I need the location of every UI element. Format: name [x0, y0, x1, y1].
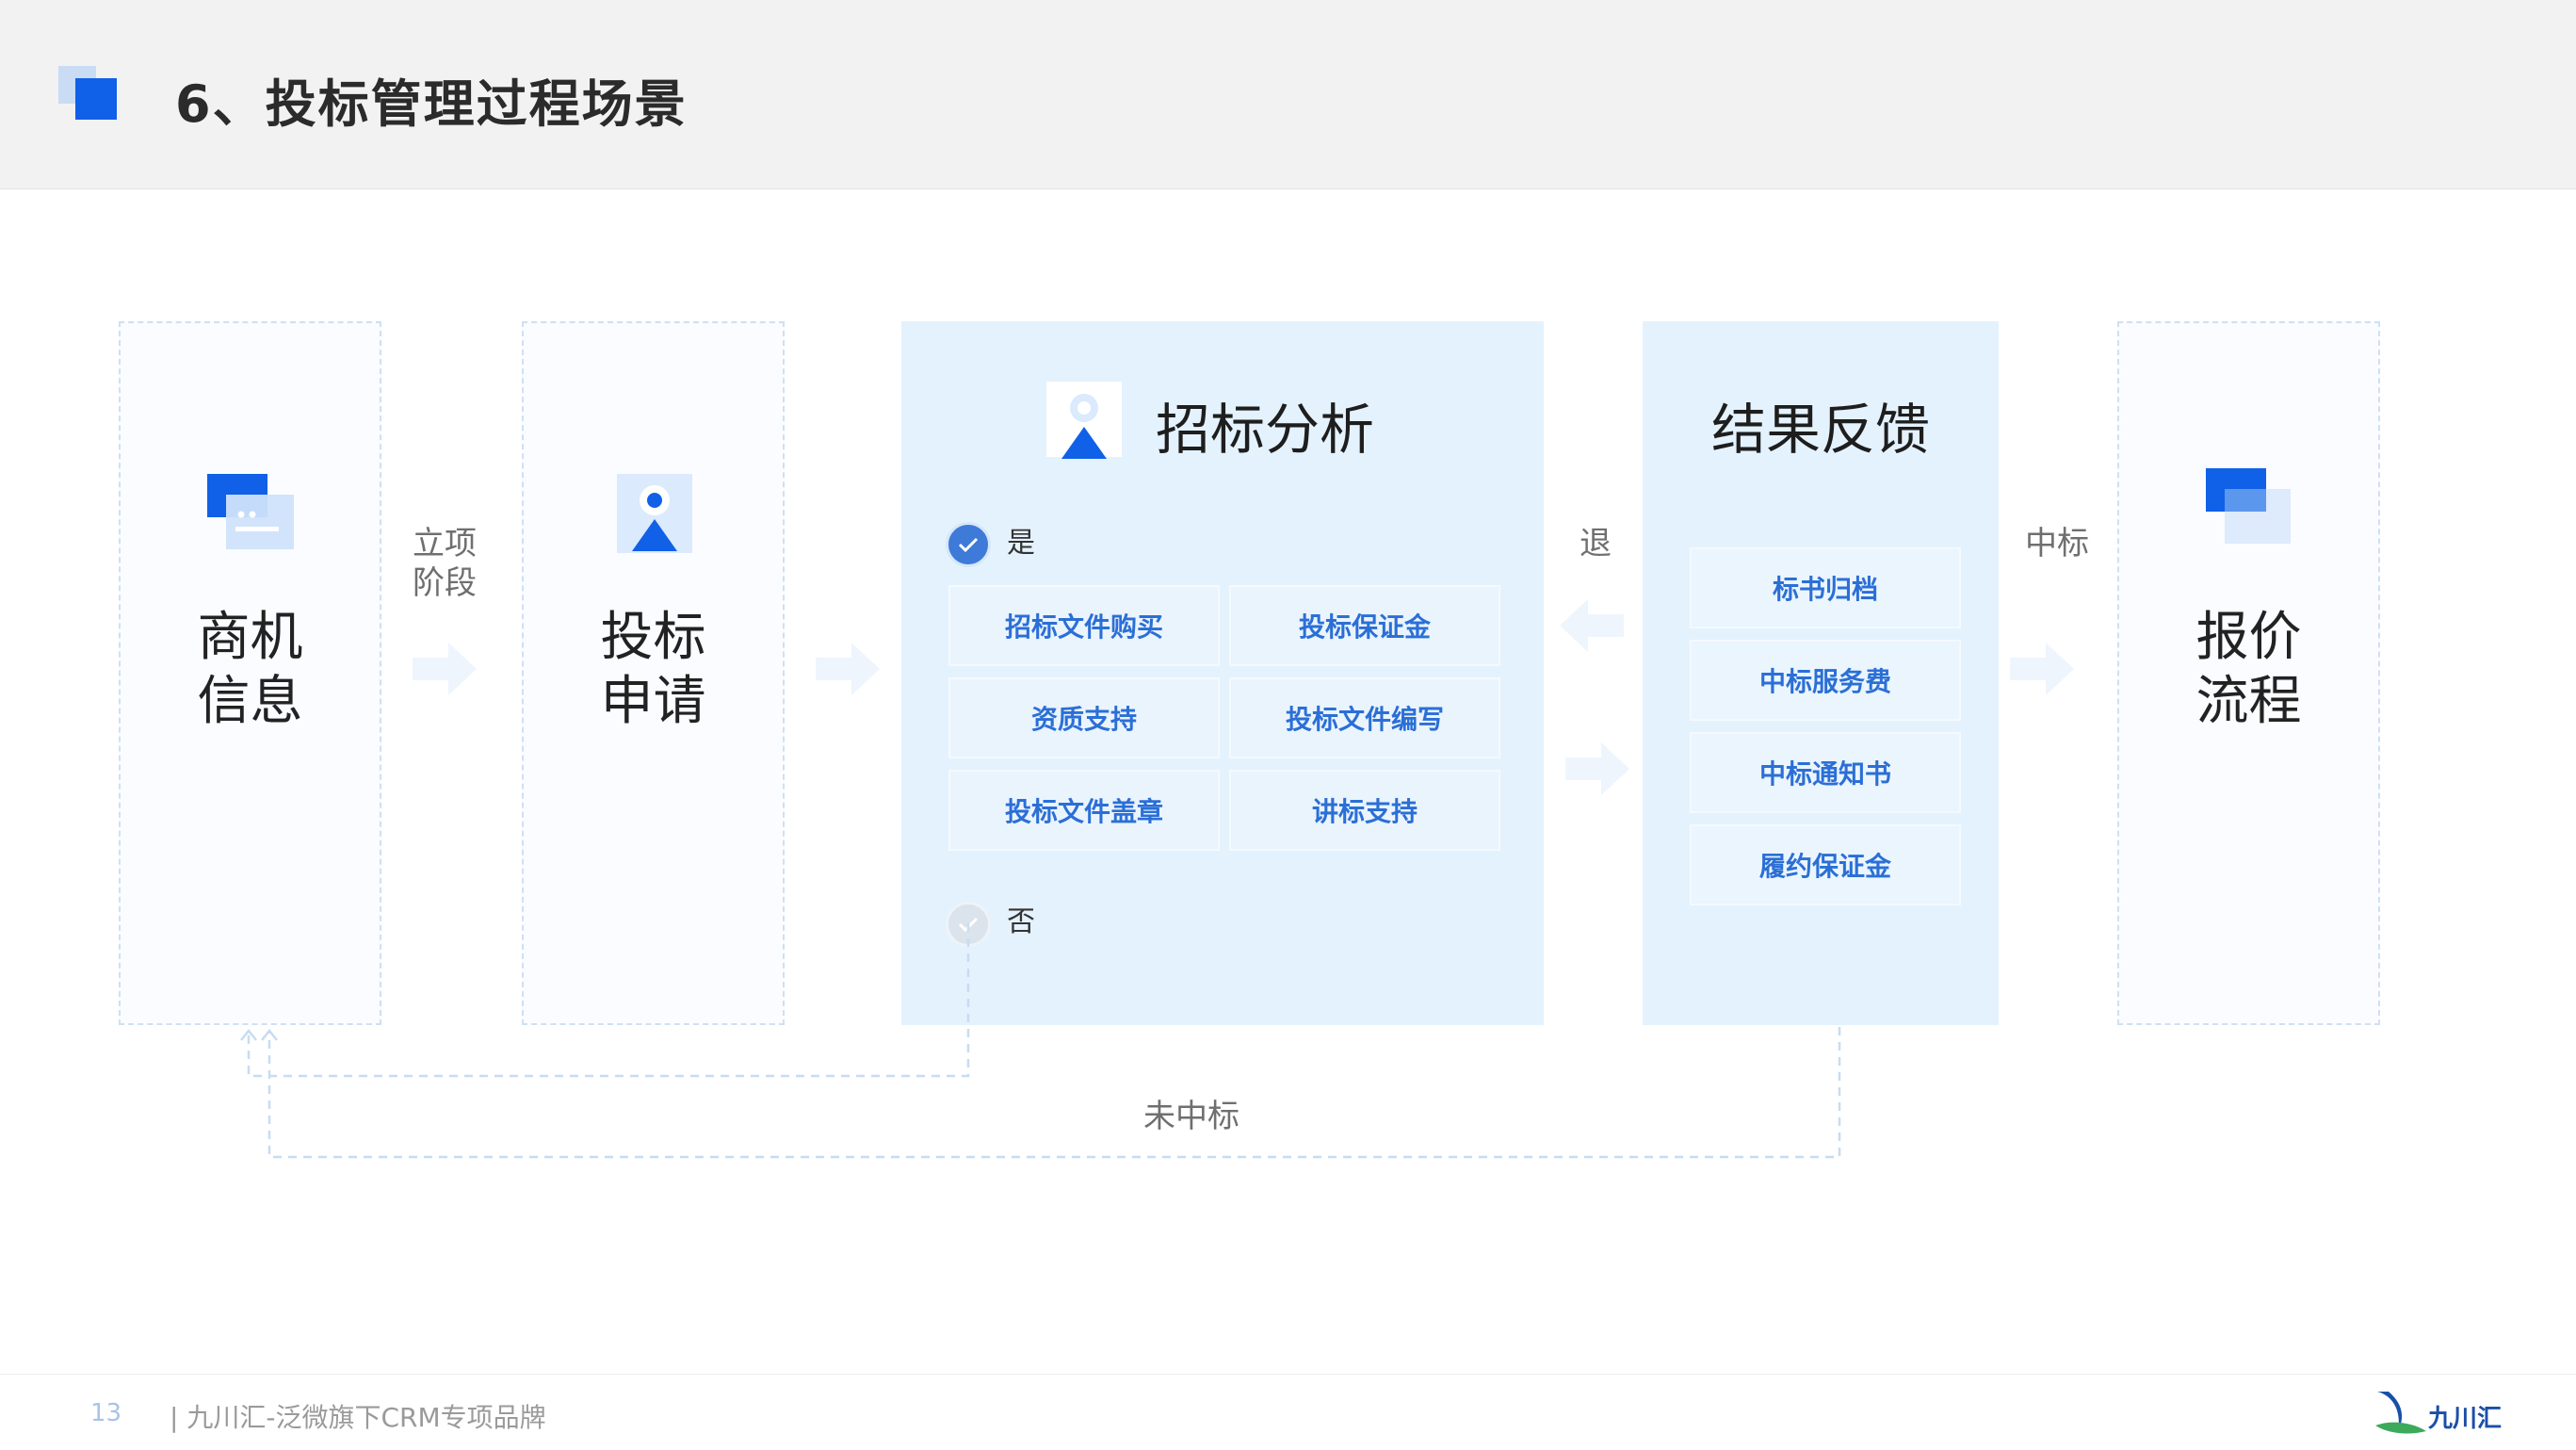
loop-lines — [240, 923, 1841, 1159]
page-number: 13 — [90, 1399, 122, 1427]
brand-name: 九川汇 — [2428, 1405, 2503, 1433]
label-lost-bid: 未中标 — [1143, 1098, 1239, 1135]
footer-text: | 九川汇-泛微旗下CRM专项品牌 — [170, 1402, 546, 1433]
footer: 13 | 九川汇-泛微旗下CRM专项品牌 九川汇 — [0, 1374, 2576, 1450]
brand-logo-icon — [2373, 1382, 2430, 1442]
